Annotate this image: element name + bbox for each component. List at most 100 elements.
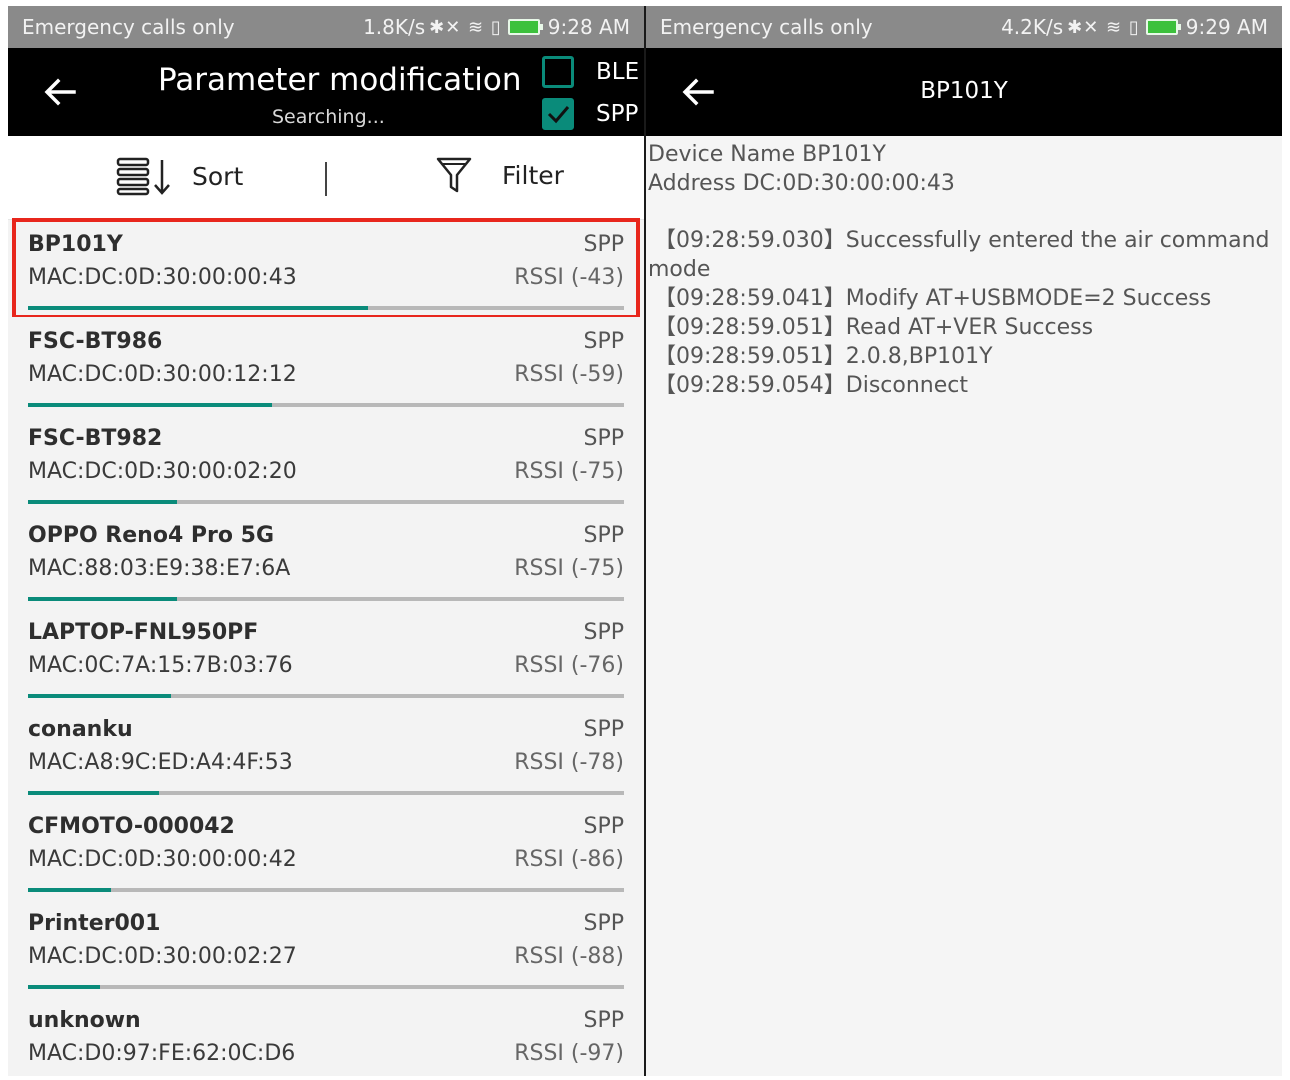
device-list-item[interactable]: unknown SPP MAC:D0:97:FE:62:0C:D6 RSSI (-97…	[8, 996, 644, 1076]
signal-strength-bar	[28, 306, 624, 310]
device-mac: MAC:D0:97:FE:62:0C:D6	[28, 1041, 296, 1066]
network-speed: 1.8K/s	[363, 15, 426, 39]
device-list-item[interactable]: CFMOTO-000042 SPP MAC:DC:0D:30:00:00:42 RSS…	[8, 802, 644, 899]
signal-strength-bar	[28, 888, 624, 892]
signal-strength-fill	[28, 403, 273, 407]
device-name: FSC-BT986	[28, 329, 163, 354]
signal-strength-bar	[28, 597, 624, 601]
command-log: 【09:28:59.030】Successfully entered the a…	[648, 226, 1282, 400]
device-rssi: RSSI (-59)	[514, 362, 624, 387]
device-mac: MAC:DC:0D:30:00:12:12	[28, 362, 297, 387]
toolbar-divider	[325, 162, 327, 196]
device-rssi: RSSI (-88)	[514, 944, 624, 969]
signal-strength-fill	[28, 888, 112, 892]
device-list-item[interactable]: LAPTOP-FNL950PF SPP MAC:0C:7A:15:7B:03:76 R…	[8, 608, 644, 705]
device-mac: MAC:DC:0D:30:00:02:27	[28, 944, 297, 969]
log-line: 【09:28:59.030】Successfully entered the a…	[654, 228, 1270, 253]
device-name: Printer001	[28, 911, 161, 936]
device-type: SPP	[583, 426, 625, 451]
device-name: CFMOTO-000042	[28, 814, 235, 839]
device-name: LAPTOP-FNL950PF	[28, 620, 259, 645]
signal-strength-fill	[28, 306, 368, 310]
device-type: SPP	[583, 523, 625, 548]
device-mac: MAC:A8:9C:ED:A4:4F:53	[28, 750, 293, 775]
right-phone-screen: Emergency calls only 4.2K/s ✱✕ ≋ ▯ 9:29 …	[646, 6, 1282, 1076]
spp-checkbox-row[interactable]: SPP	[542, 98, 638, 130]
device-list-item[interactable]: FSC-BT982 SPP MAC:DC:0D:30:00:02:20 RSSI (-…	[8, 414, 644, 511]
status-time: 9:28 AM	[547, 15, 630, 39]
filter-icon	[436, 157, 472, 193]
device-list-item[interactable]: BP101Y SPP MAC:DC:0D:30:00:00:43 RSSI (-43)	[12, 218, 640, 319]
signal-strength-fill	[28, 597, 177, 601]
signal-strength-fill	[28, 791, 160, 795]
sort-button[interactable]: Sort	[116, 156, 243, 196]
device-title: BP101Y	[920, 78, 1008, 104]
device-type: SPP	[583, 717, 625, 742]
device-rssi: RSSI (-78)	[514, 750, 624, 775]
device-list-item[interactable]: OPPO Reno4 Pro 5G SPP MAC:88:03:E9:38:E7:6…	[8, 511, 644, 608]
network-speed: 4.2K/s	[1001, 15, 1064, 39]
device-type: SPP	[583, 814, 625, 839]
device-rssi: RSSI (-76)	[514, 653, 624, 678]
left-phone-screen: Emergency calls only 1.8K/s ✱✕ ≋ ▯ 9:28 …	[8, 6, 644, 1076]
app-bar: Parameter modification Searching... BLE …	[8, 48, 644, 136]
device-mac: MAC:0C:7A:15:7B:03:76	[28, 653, 293, 678]
carrier-text: Emergency calls only	[22, 15, 235, 39]
device-address-line: Address DC:0D:30:00:00:43	[648, 171, 955, 196]
status-icons: ✱✕ ≋ ▯	[1067, 16, 1140, 38]
device-type: SPP	[583, 620, 625, 645]
sort-label: Sort	[192, 161, 244, 191]
status-bar: Emergency calls only 1.8K/s ✱✕ ≋ ▯ 9:28 …	[8, 6, 644, 48]
status-right: 1.8K/s ✱✕ ≋ ▯ 9:28 AM	[363, 15, 630, 39]
spp-checkbox[interactable]	[542, 98, 574, 130]
signal-strength-bar	[28, 694, 624, 698]
signal-strength-fill	[28, 500, 177, 504]
status-bar: Emergency calls only 4.2K/s ✱✕ ≋ ▯ 9:29 …	[646, 6, 1282, 48]
device-mac: MAC:DC:0D:30:00:00:42	[28, 847, 297, 872]
device-list-item[interactable]: FSC-BT986 SPP MAC:DC:0D:30:00:12:12 RSSI (-…	[8, 317, 644, 414]
device-type: SPP	[583, 1008, 625, 1033]
carrier-text: Emergency calls only	[660, 15, 873, 39]
device-name: conanku	[28, 717, 133, 742]
signal-strength-fill	[28, 694, 172, 698]
check-icon	[547, 106, 570, 124]
device-list-item[interactable]: Printer001 SPP MAC:DC:0D:30:00:02:27 RSSI (…	[8, 899, 644, 996]
filter-button[interactable]: Filter	[436, 156, 564, 194]
device-mac: MAC:88:03:E9:38:E7:6A	[28, 556, 291, 581]
log-line: 【09:28:59.041】Modify AT+USBMODE=2 Succes…	[654, 286, 1212, 311]
signal-strength-bar	[28, 403, 624, 407]
sort-icon	[116, 157, 170, 196]
search-status: Searching...	[272, 106, 385, 128]
device-type: SPP	[583, 911, 625, 936]
log-line: mode	[648, 257, 711, 282]
device-list-item[interactable]: conanku SPP MAC:A8:9C:ED:A4:4F:53 RSSI (-78…	[8, 705, 644, 802]
device-name: OPPO Reno4 Pro 5G	[28, 523, 275, 548]
log-line: 【09:28:59.054】Disconnect	[654, 373, 969, 398]
device-type: SPP	[583, 329, 625, 354]
ble-checkbox-row[interactable]: BLE	[542, 56, 639, 88]
device-name-line: Device Name BP101Y	[648, 142, 886, 167]
device-list: BP101Y SPP MAC:DC:0D:30:00:00:43 RSSI (-43)…	[8, 218, 644, 1076]
device-type: SPP	[583, 232, 625, 257]
ble-checkbox[interactable]	[542, 56, 574, 88]
spp-label: SPP	[596, 101, 639, 127]
device-rssi: RSSI (-75)	[514, 459, 624, 484]
page-title: Parameter modification	[158, 62, 522, 98]
device-rssi: RSSI (-97)	[514, 1041, 624, 1066]
device-rssi: RSSI (-43)	[514, 265, 624, 290]
sort-filter-toolbar: Sort Filter	[8, 136, 644, 220]
ble-label: BLE	[596, 59, 640, 85]
device-mac: MAC:DC:0D:30:00:00:43	[28, 265, 297, 290]
signal-strength-bar	[28, 500, 624, 504]
device-name: unknown	[28, 1008, 141, 1033]
back-arrow-icon[interactable]	[38, 70, 82, 114]
device-rssi: RSSI (-86)	[514, 847, 624, 872]
battery-icon	[507, 19, 543, 35]
battery-icon	[1145, 19, 1181, 35]
device-name: BP101Y	[28, 232, 123, 257]
status-icons: ✱✕ ≋ ▯	[429, 16, 502, 38]
device-info: Device Name BP101Y Address DC:0D:30:00:0…	[646, 136, 1282, 400]
signal-strength-bar	[28, 791, 624, 795]
signal-strength-fill	[28, 985, 100, 989]
device-rssi: RSSI (-75)	[514, 556, 624, 581]
